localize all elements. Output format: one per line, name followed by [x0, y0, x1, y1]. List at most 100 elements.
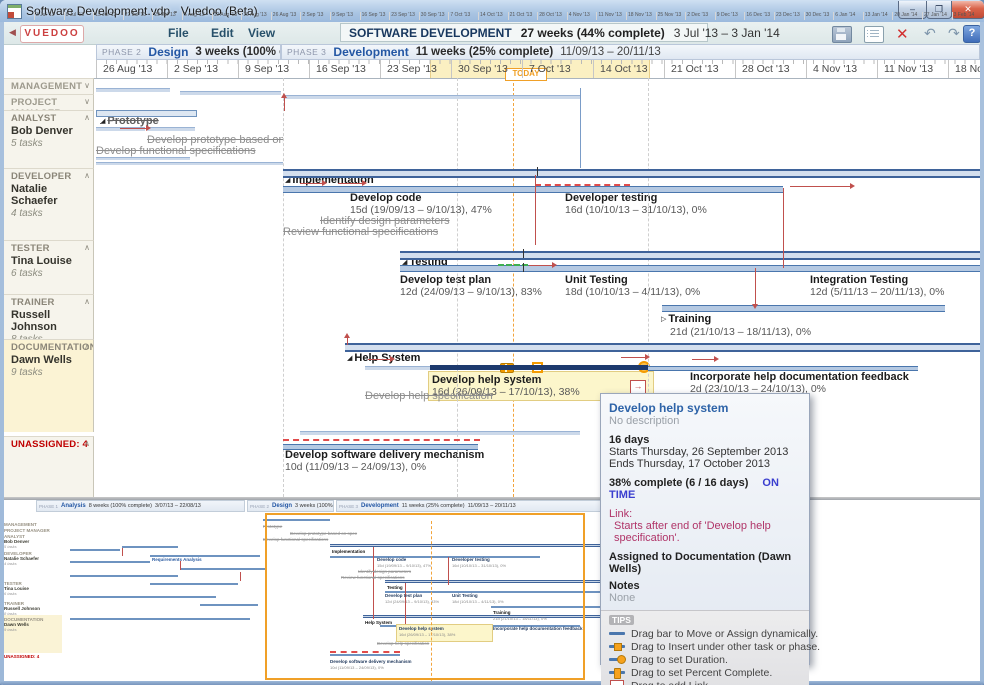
phase-tab-development[interactable]: PHASE 3 Development 11 weeks (25% comple… — [281, 44, 980, 60]
sidebar-item-project-manager[interactable]: PROJECT MANAGER∨ — [4, 94, 94, 110]
overview-phase-design[interactable]: PHASE 2Design3 weeks (100% compl... — [247, 500, 334, 512]
help-button[interactable]: ? — [963, 25, 981, 43]
timeline-week-label: 14 Oct '13 — [593, 60, 664, 78]
group-bar[interactable] — [283, 169, 980, 178]
overview-week-label: 4 Nov '13 — [567, 12, 596, 20]
menu-view[interactable]: View — [248, 26, 275, 40]
chevron-icon[interactable]: ∧ — [84, 113, 90, 122]
overview-sidebar-row: UNASSIGNED: 4 — [4, 654, 62, 659]
gantt-bar[interactable] — [283, 444, 478, 450]
gantt-bar[interactable] — [662, 305, 945, 312]
chevron-icon[interactable]: ∧ — [84, 439, 90, 448]
back-icon[interactable]: ◀ — [9, 27, 16, 38]
menu-edit[interactable]: Edit — [211, 26, 234, 40]
overview-week-label: 25 Nov '13 — [656, 12, 685, 20]
overview-week-label: 8 Jul '13 — [64, 12, 93, 20]
link-line — [529, 265, 552, 266]
sidebar-item-analyst[interactable]: ANALYSTBob Denver5 tasks∧ — [4, 110, 94, 168]
gantt-bar[interactable] — [180, 91, 281, 95]
overview-bar — [70, 561, 150, 563]
task-name[interactable]: Develop code — [350, 192, 422, 204]
overview-week-label: 7 Oct '13 — [448, 12, 477, 20]
sidebar-item-management[interactable]: MANAGEMENT∨ — [4, 78, 94, 94]
selected-task-name[interactable]: Develop help system — [432, 374, 541, 386]
task-name[interactable]: Integration Testing — [810, 274, 908, 286]
task-name[interactable]: Unit Testing — [565, 274, 628, 286]
overview-week-label: 30 Dec '13 — [804, 12, 833, 20]
sidebar-item-developer[interactable]: DEVELOPERNatalie Schaefer4 tasks∧ — [4, 168, 94, 240]
chevron-icon[interactable]: ∧ — [84, 171, 90, 180]
redo-icon[interactable]: ↷ — [948, 25, 960, 42]
phase3-dates: 11/09/13 – 20/11/13 — [560, 46, 661, 58]
tooltip-complete: 38% complete (6 / 16 days) — [609, 477, 748, 489]
sidebar-item-tester[interactable]: TESTERTina Louise6 tasks∧ — [4, 240, 94, 294]
overview-bar — [122, 546, 178, 548]
timeline-week-label: 4 Nov '13 — [806, 60, 877, 78]
expand-icon: ◢ — [347, 355, 352, 362]
task-detail: 18d (10/10/13 – 4/11/13), 0% — [565, 286, 700, 298]
link-line — [120, 128, 146, 129]
duration-handle-icon — [609, 655, 626, 664]
gantt-bar[interactable] — [96, 88, 170, 92]
chevron-icon[interactable]: ∧ — [84, 342, 90, 351]
task-label[interactable]: Develop functional specifications — [96, 145, 256, 157]
chevron-icon[interactable]: ∨ — [84, 81, 90, 90]
gantt-bar[interactable] — [283, 95, 580, 99]
undo-icon[interactable]: ↶ — [924, 25, 936, 42]
link-line — [535, 175, 536, 245]
group-bar[interactable] — [345, 343, 980, 352]
overview-phase-development[interactable]: PHASE 3Development11 weeks (25% complete… — [336, 500, 629, 512]
selected-task-bar[interactable] — [430, 365, 648, 370]
app-window: Software Development.vdp - Vuedoo (Beta)… — [0, 0, 984, 685]
group-label-help-system[interactable]: ◢Help System — [347, 352, 420, 364]
gantt-bar[interactable] — [648, 366, 918, 371]
sidebar-item-unassigned-[interactable]: UNASSIGNED: 4∧ — [4, 436, 94, 497]
list-view-icon[interactable] — [864, 26, 884, 43]
link-arrow — [281, 93, 287, 98]
timeline-week-label: 26 Aug '13 — [96, 60, 167, 78]
overview-week-label: 9 Dec '13 — [715, 12, 744, 20]
group-label-training[interactable]: ▷Training — [661, 313, 711, 325]
save-icon[interactable] — [832, 26, 852, 43]
gantt-bar[interactable] — [400, 265, 980, 272]
overview-week-label: 3 Feb '14 — [952, 12, 981, 20]
phase-tab-design[interactable]: PHASE 2 Design 3 weeks (100% compl... — [96, 44, 281, 60]
collapsed-icon: ▷ — [661, 316, 666, 323]
sidebar-item-documentation[interactable]: DOCUMENTATIONDawn Wells9 tasks∧ — [4, 339, 94, 432]
overview-link-line — [180, 561, 181, 570]
gantt-bar[interactable] — [147, 127, 195, 131]
menu-file[interactable]: File — [168, 26, 189, 40]
chevron-icon[interactable]: ∧ — [84, 243, 90, 252]
gantt-bar[interactable] — [96, 162, 283, 165]
overview-week-label: 16 Dec '13 — [744, 12, 773, 20]
overview-bar — [70, 596, 216, 598]
link-arrow — [390, 356, 395, 362]
gantt-bar[interactable] — [96, 110, 197, 117]
overview-bar — [70, 575, 178, 577]
app-logo[interactable]: VUEDOO — [20, 25, 84, 43]
overview-week-label: 26 Aug '13 — [271, 12, 300, 20]
overview-bar — [150, 583, 238, 585]
sidebar-item-trainer[interactable]: TRAINERRussell Johnson8 tasks∧ — [4, 294, 94, 339]
chevron-icon[interactable]: ∧ — [84, 297, 90, 306]
task-label[interactable]: Review functional specifications — [283, 226, 438, 238]
task-name[interactable]: Incorporate help documentation feedback — [690, 371, 909, 383]
task-name[interactable]: Develop software delivery mechanism — [285, 449, 484, 461]
gantt-bar[interactable] — [283, 186, 783, 193]
delete-icon[interactable]: ✕ — [896, 25, 909, 43]
overview-phase-analysis[interactable]: PHASE 1Analysis8 weeks (100% complete)3/… — [36, 500, 245, 512]
task-name[interactable]: Develop test plan — [400, 274, 491, 286]
link-line — [338, 183, 362, 184]
task-label[interactable]: Develop help specification — [365, 390, 493, 402]
add-link-icon[interactable]: → — [630, 380, 646, 394]
chevron-icon[interactable]: ∨ — [84, 97, 90, 106]
project-summary[interactable]: SOFTWARE DEVELOPMENT 27 weeks (44% compl… — [340, 23, 708, 42]
group-bar[interactable] — [400, 251, 980, 260]
task-name[interactable]: Developer testing — [565, 192, 657, 204]
gantt-bar[interactable] — [300, 431, 580, 435]
overview-viewport[interactable] — [265, 513, 585, 680]
critical-dash — [535, 184, 630, 186]
window-border-right — [980, 22, 984, 681]
gantt-bar[interactable] — [365, 366, 430, 370]
gantt-bar[interactable] — [96, 157, 190, 160]
